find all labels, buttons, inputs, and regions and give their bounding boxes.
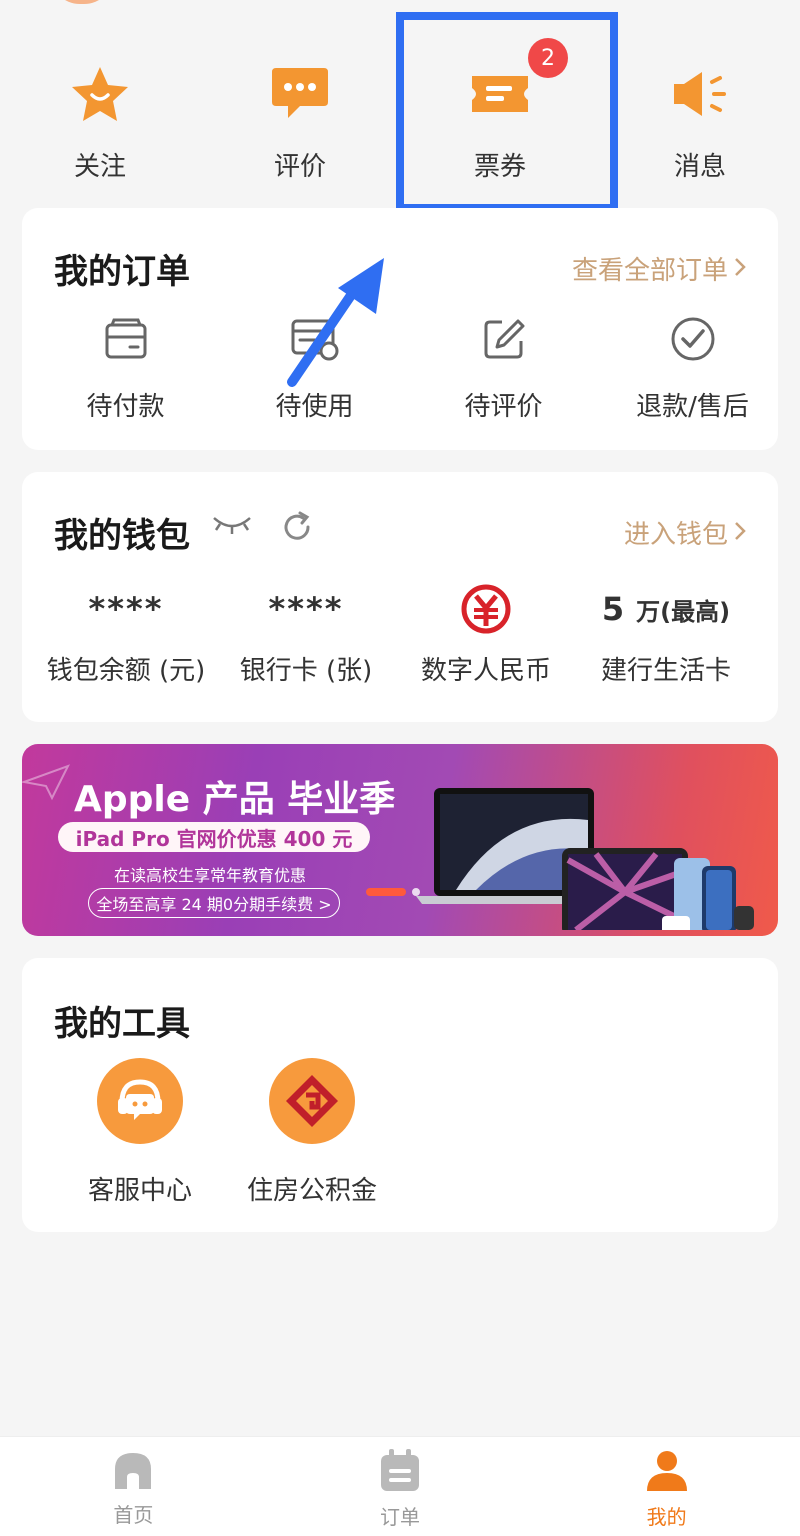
bank-cards-label: 银行卡 (张) bbox=[239, 656, 373, 686]
tools-title: 我的工具 bbox=[54, 1004, 190, 1044]
housing-fund-icon bbox=[269, 1058, 355, 1144]
life-card-amount: 5 bbox=[601, 590, 627, 628]
tool-housing-fund[interactable]: 住房公积金 bbox=[226, 1058, 398, 1207]
tools-card: 我的工具 客服中心 住房公积金 bbox=[22, 958, 778, 1232]
digital-rmb-icon bbox=[461, 584, 511, 634]
quick-action-review[interactable]: 评价 bbox=[200, 40, 400, 200]
life-card-value: 5 万(最高) bbox=[602, 584, 730, 634]
enter-wallet-link[interactable]: 进入钱包 bbox=[624, 514, 746, 551]
order-status-label: 退款/售后 bbox=[636, 392, 749, 422]
wallet-balance-label: 钱包余额 (元) bbox=[46, 656, 206, 686]
digital-rmb-label: 数字人民币 bbox=[420, 656, 551, 686]
quick-action-label: 关注 bbox=[73, 152, 126, 182]
order-icon bbox=[381, 1449, 419, 1491]
tab-label: 首页 bbox=[113, 1503, 154, 1527]
user-icon bbox=[646, 1451, 687, 1491]
banner-pagination bbox=[366, 888, 420, 896]
star-icon bbox=[68, 64, 132, 124]
check-circle-icon bbox=[668, 314, 718, 364]
edit-icon bbox=[479, 314, 529, 364]
chat-icon bbox=[268, 64, 332, 124]
banner-installment-button[interactable]: 全场至高享 24 期0分期手续费 > bbox=[88, 888, 340, 918]
speaker-icon bbox=[668, 64, 732, 124]
order-status-label: 待付款 bbox=[86, 392, 165, 422]
quick-action-follow[interactable]: 关注 bbox=[0, 40, 200, 200]
eye-closed-icon[interactable] bbox=[210, 512, 254, 542]
tab-label: 订单 bbox=[380, 1505, 420, 1529]
tab-orders[interactable]: 订单 bbox=[267, 1437, 534, 1536]
order-pending-review[interactable]: 待评价 bbox=[418, 314, 589, 423]
orders-card: 我的订单 查看全部订单 待付款 待使用 待评价 退款/售后 bbox=[22, 208, 778, 450]
banner-offer-pill: iPad Pro 官网价优惠 400 元 bbox=[58, 822, 370, 852]
enter-wallet-label: 进入钱包 bbox=[623, 520, 728, 550]
view-all-orders-label: 查看全部订单 bbox=[571, 256, 728, 286]
tab-home[interactable]: 首页 bbox=[0, 1437, 267, 1536]
order-status-row: 待付款 待使用 待评价 退款/售后 bbox=[22, 314, 778, 423]
highlight-box bbox=[396, 12, 618, 212]
promo-banner[interactable]: Apple 产品 毕业季 iPad Pro 官网价优惠 400 元 在读高校生享… bbox=[22, 744, 778, 936]
chevron-right-icon bbox=[734, 518, 746, 548]
tools-row: 客服中心 住房公积金 bbox=[22, 1058, 398, 1207]
quick-action-label: 评价 bbox=[273, 152, 326, 182]
order-pending-payment[interactable]: 待付款 bbox=[40, 314, 211, 423]
tab-label: 我的 bbox=[646, 1505, 687, 1529]
wallet-row: **** 钱包余额 (元) **** 银行卡 (张) 数字人民币 5 万(最高)… bbox=[22, 584, 778, 687]
tab-mine[interactable]: 我的 bbox=[533, 1437, 800, 1536]
wallet-life-card[interactable]: 5 万(最高) 建行生活卡 bbox=[576, 584, 756, 687]
wallet-icon bbox=[101, 314, 151, 364]
quick-action-messages[interactable]: 消息 bbox=[600, 40, 800, 200]
quick-action-label: 消息 bbox=[673, 152, 726, 182]
life-card-label: 建行生活卡 bbox=[600, 656, 731, 686]
order-refund-aftersale[interactable]: 退款/售后 bbox=[607, 314, 778, 423]
order-status-label: 待评价 bbox=[464, 392, 543, 422]
view-all-orders-link[interactable]: 查看全部订单 bbox=[572, 250, 746, 287]
refresh-icon[interactable] bbox=[280, 510, 314, 548]
orders-title: 我的订单 bbox=[54, 252, 190, 292]
wallet-digital-rmb[interactable]: 数字人民币 bbox=[396, 584, 576, 687]
apple-products-illustration bbox=[416, 788, 754, 930]
avatar[interactable] bbox=[50, 0, 114, 4]
wallet-balance-value: **** bbox=[88, 590, 164, 628]
pointer-arrow-icon bbox=[287, 258, 384, 387]
tool-customer-service[interactable]: 客服中心 bbox=[54, 1058, 226, 1207]
wallet-card: 我的钱包 进入钱包 **** 钱包余额 (元) **** 银行卡 (张) 数字人… bbox=[22, 472, 778, 722]
banner-title: Apple 产品 毕业季 bbox=[74, 779, 396, 820]
tool-label: 住房公积金 bbox=[246, 1176, 377, 1206]
home-icon bbox=[115, 1453, 152, 1489]
wallet-title: 我的钱包 bbox=[54, 516, 190, 556]
banner-subtitle: 在读高校生享常年教育优惠 bbox=[114, 866, 307, 885]
chevron-right-icon bbox=[734, 254, 746, 284]
bank-cards-value: **** bbox=[268, 590, 344, 628]
bottom-tab-bar: 首页 订单 我的 bbox=[0, 1436, 800, 1536]
tool-label: 客服中心 bbox=[87, 1176, 192, 1206]
wallet-balance[interactable]: **** 钱包余额 (元) bbox=[36, 584, 216, 687]
wallet-bank-cards[interactable]: **** 银行卡 (张) bbox=[216, 584, 396, 687]
paper-plane-icon bbox=[22, 764, 71, 801]
headset-icon bbox=[97, 1058, 183, 1144]
life-card-unit: 万(最高) bbox=[636, 597, 731, 626]
